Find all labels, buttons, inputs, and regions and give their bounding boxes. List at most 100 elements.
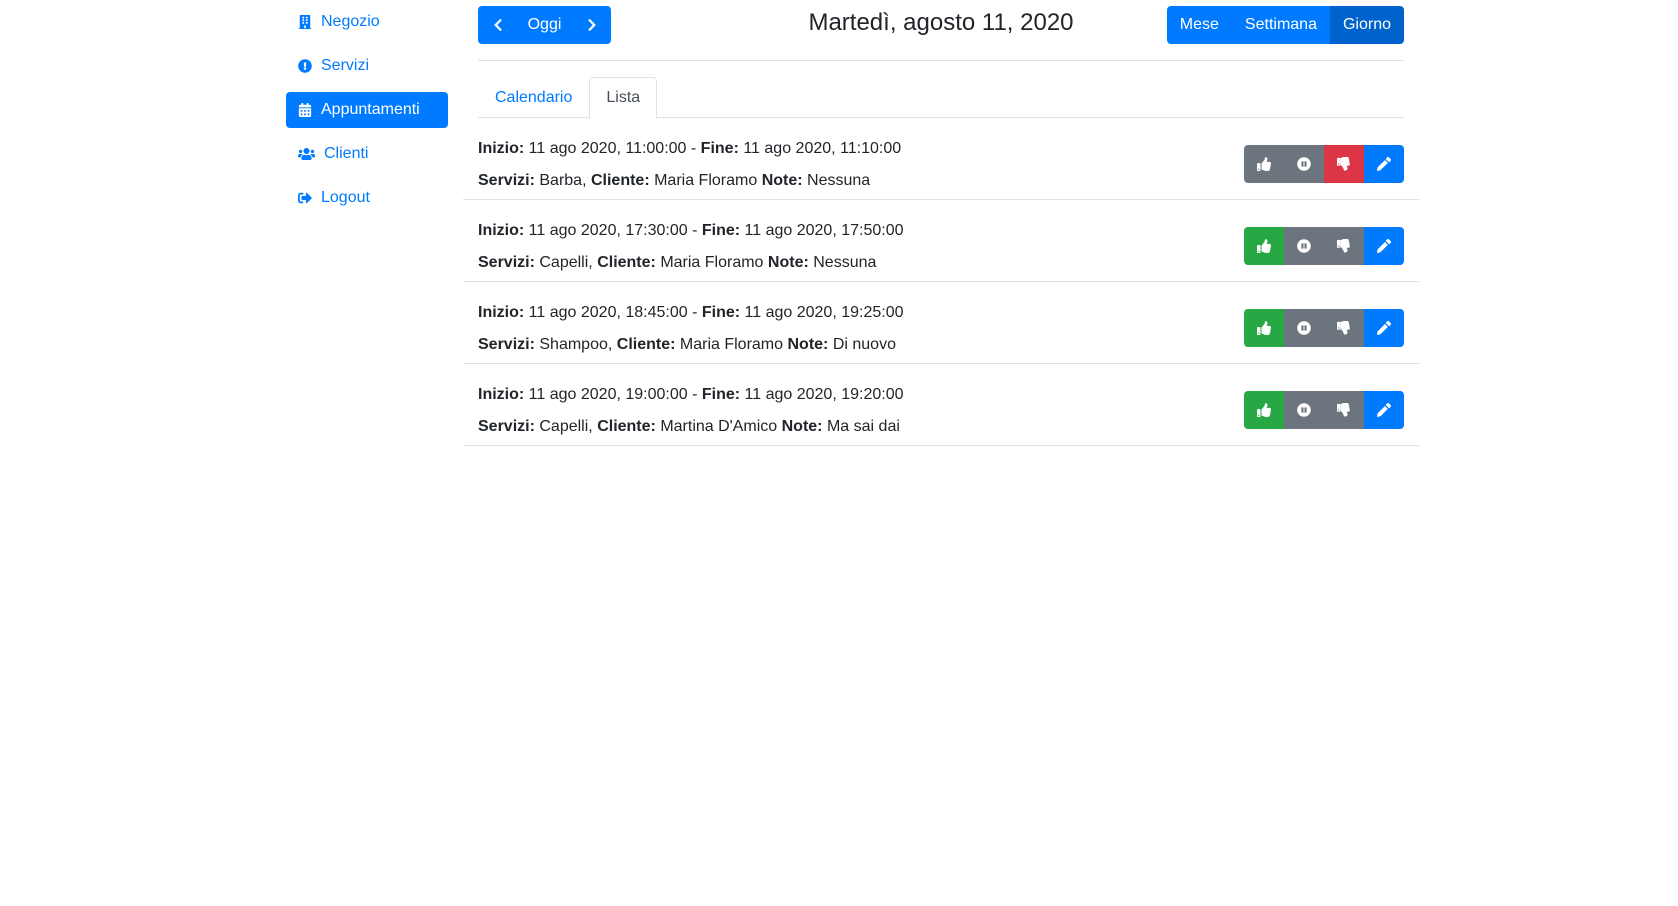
edit-button[interactable] — [1364, 391, 1404, 429]
pause-button[interactable] — [1284, 391, 1324, 429]
note-label: Note: — [781, 418, 823, 435]
view-tabs: Calendario Lista — [478, 77, 1404, 119]
pause-circle-icon — [1297, 403, 1311, 417]
end-value: 11 ago 2020, 19:25:00 — [744, 304, 904, 321]
accept-button[interactable] — [1244, 145, 1284, 183]
pencil-icon — [1377, 157, 1391, 171]
appointment-actions — [1244, 309, 1404, 347]
users-icon — [298, 147, 315, 161]
sidebar-item-label: Clienti — [324, 145, 369, 162]
edit-button[interactable] — [1364, 227, 1404, 265]
start-value: 11 ago 2020, 19:00:00 — [528, 386, 688, 403]
calendar-icon — [298, 103, 312, 117]
start-label: Inizio: — [478, 222, 525, 239]
thumbs-up-icon — [1257, 157, 1271, 171]
view-week-button[interactable]: Settimana — [1231, 6, 1330, 44]
note-value: Nessuna — [813, 254, 877, 271]
accept-button[interactable] — [1244, 309, 1284, 347]
client-label: Cliente: — [597, 254, 656, 271]
pencil-icon — [1377, 403, 1391, 417]
exclamation-circle-icon — [298, 59, 312, 73]
reject-button[interactable] — [1324, 227, 1364, 265]
tab-lista[interactable]: Lista — [589, 77, 658, 119]
end-value: 11 ago 2020, 11:10:00 — [743, 140, 902, 157]
services-label: Servizi: — [478, 254, 535, 271]
note-label: Note: — [767, 254, 809, 271]
sign-out-icon — [298, 191, 312, 205]
pause-button[interactable] — [1284, 227, 1324, 265]
reject-button[interactable] — [1324, 391, 1364, 429]
client-label: Cliente: — [616, 336, 676, 353]
end-label: Fine: — [701, 222, 741, 239]
main-content: Oggi Martedì, agosto 11, 2020 Mese Setti… — [463, 0, 1422, 446]
sidebar-item-label: Servizi — [321, 57, 370, 74]
client-value: Martina D'Amico — [660, 418, 778, 435]
list-item: Inizio: 11 ago 2020, 17:30:00 - Fine: 11… — [463, 200, 1419, 282]
reject-button[interactable] — [1324, 309, 1364, 347]
thumbs-down-icon — [1337, 157, 1350, 171]
appointment-actions — [1244, 145, 1404, 183]
appointments-list: Inizio: 11 ago 2020, 11:00:00 - Fine: 11… — [463, 118, 1419, 446]
client-label: Cliente: — [590, 172, 650, 189]
start-label: Inizio: — [478, 304, 525, 321]
services-value: Shampoo, — [539, 336, 613, 353]
note-label: Note: — [761, 172, 803, 189]
appointment-actions — [1244, 391, 1404, 429]
pause-circle-icon — [1297, 239, 1311, 253]
end-label: Fine: — [701, 304, 741, 321]
pause-circle-icon — [1297, 157, 1311, 171]
sidebar-item-negozio[interactable]: Negozio — [286, 4, 448, 40]
client-value: Maria Floramo — [679, 336, 784, 353]
sidebar-item-label: Logout — [321, 189, 370, 206]
accept-button[interactable] — [1244, 391, 1284, 429]
sidebar-item-appuntamenti[interactable]: Appuntamenti — [286, 92, 448, 128]
note-value: Ma sai dai — [826, 418, 900, 435]
start-value: 11 ago 2020, 11:00:00 — [528, 140, 687, 157]
services-label: Servizi: — [478, 336, 535, 353]
services-value: Barba, — [539, 172, 587, 189]
start-label: Inizio: — [478, 140, 525, 157]
services-label: Servizi: — [478, 418, 535, 435]
thumbs-down-icon — [1337, 321, 1350, 335]
view-switcher: Mese Settimana Giorno — [1166, 6, 1404, 44]
client-label: Cliente: — [597, 418, 656, 435]
sidebar-item-clienti[interactable]: Clienti — [286, 136, 448, 172]
edit-button[interactable] — [1364, 309, 1404, 347]
tab-calendario[interactable]: Calendario — [478, 77, 589, 118]
pause-button[interactable] — [1284, 145, 1324, 183]
list-item: Inizio: 11 ago 2020, 19:00:00 - Fine: 11… — [463, 364, 1419, 446]
start-value: 11 ago 2020, 18:45:00 — [528, 304, 688, 321]
edit-button[interactable] — [1364, 145, 1404, 183]
start-label: Inizio: — [478, 386, 525, 403]
sidebar-item-logout[interactable]: Logout — [286, 180, 448, 216]
end-label: Fine: — [700, 140, 739, 157]
sidebar-item-label: Appuntamenti — [321, 101, 420, 118]
thumbs-down-icon — [1337, 239, 1350, 253]
thumbs-down-icon — [1337, 403, 1350, 417]
start-value: 11 ago 2020, 17:30:00 — [528, 222, 688, 239]
note-value: Nessuna — [807, 172, 871, 189]
appointment-actions — [1244, 227, 1404, 265]
calendar-toolbar: Oggi Martedì, agosto 11, 2020 Mese Setti… — [478, 0, 1404, 61]
pause-circle-icon — [1297, 321, 1311, 335]
pencil-icon — [1377, 239, 1391, 253]
thumbs-up-icon — [1257, 321, 1271, 335]
thumbs-up-icon — [1257, 403, 1271, 417]
services-label: Servizi: — [478, 172, 535, 189]
end-value: 11 ago 2020, 19:20:00 — [744, 386, 904, 403]
view-month-button[interactable]: Mese — [1166, 6, 1232, 44]
pause-button[interactable] — [1284, 309, 1324, 347]
sidebar-item-servizi[interactable]: Servizi — [286, 48, 448, 84]
client-value: Maria Floramo — [654, 172, 758, 189]
note-value: Di nuovo — [832, 336, 896, 353]
view-day-button[interactable]: Giorno — [1329, 6, 1404, 44]
services-value: Capelli, — [539, 254, 593, 271]
end-value: 11 ago 2020, 17:50:00 — [744, 222, 904, 239]
reject-button[interactable] — [1324, 145, 1364, 183]
thumbs-up-icon — [1257, 239, 1271, 253]
accept-button[interactable] — [1244, 227, 1284, 265]
list-item: Inizio: 11 ago 2020, 11:00:00 - Fine: 11… — [463, 118, 1419, 200]
pencil-icon — [1377, 321, 1391, 335]
services-value: Capelli, — [539, 418, 593, 435]
building-icon — [298, 15, 312, 29]
